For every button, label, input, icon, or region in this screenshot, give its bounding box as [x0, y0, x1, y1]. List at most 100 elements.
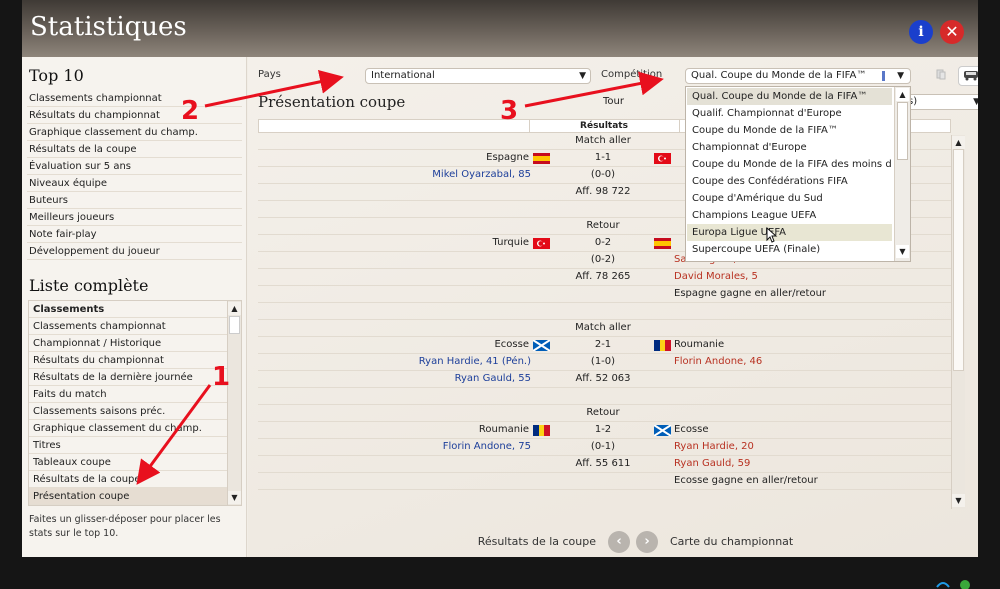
- info-icon: i: [918, 24, 924, 40]
- chevron-down-icon: ▼: [973, 95, 978, 109]
- full-list-item[interactable]: Graphique classement du champ.: [29, 420, 227, 437]
- home-scorer: Ryan Gauld, 55: [454, 373, 531, 384]
- top10-item[interactable]: Développement du joueur: [27, 243, 242, 260]
- bottom-navigation: Résultats de la coupe ‹ › Carte du champ…: [248, 527, 978, 557]
- round-dropdown[interactable]: s) ▼: [903, 94, 978, 110]
- top10-item[interactable]: Buteurs: [27, 192, 242, 209]
- full-list-item[interactable]: Résultats de la coupe: [29, 471, 227, 488]
- table-row: Aff. 55 611 Ryan Gauld, 59: [258, 456, 951, 473]
- away-team: Ecosse gagne en aller/retour: [674, 475, 818, 486]
- competition-option[interactable]: Coupe du Monde de la FIFA™: [687, 122, 892, 139]
- table-row: [258, 388, 951, 405]
- away-scorer: Ryan Gauld, 59: [674, 458, 751, 469]
- scroll-down-icon[interactable]: ▼: [896, 245, 909, 258]
- full-list-item[interactable]: Résultats de la dernière journée: [29, 369, 227, 386]
- full-list-item[interactable]: Présentation coupe: [29, 488, 227, 505]
- country-label: Pays: [258, 69, 281, 80]
- top10-item[interactable]: Meilleurs joueurs: [27, 209, 242, 226]
- annotation-number-1: 1: [212, 362, 231, 392]
- chevron-down-icon: ▼: [897, 71, 904, 81]
- country-dropdown[interactable]: International ▼: [365, 68, 591, 84]
- document-button[interactable]: [928, 66, 954, 86]
- left-panel: Top 10 Classements championnat Résultats …: [22, 57, 247, 557]
- prev-page-button[interactable]: ‹: [608, 531, 630, 553]
- close-button[interactable]: ✕: [940, 20, 964, 44]
- prev-page-label[interactable]: Résultats de la coupe: [478, 535, 596, 548]
- system-tray: [936, 580, 970, 589]
- result-cell: (0-2): [590, 254, 616, 265]
- window-title: Statistiques: [30, 12, 187, 42]
- top10-list: Classements championnat Résultats du cham…: [27, 90, 242, 260]
- competition-dropdown[interactable]: Qual. Coupe du Monde de la FIFA™ ▼: [685, 68, 911, 84]
- table-row: Ryan Gauld, 55 Aff. 52 063: [258, 371, 951, 388]
- competition-option[interactable]: Champions League UEFA: [687, 207, 892, 224]
- result-cell: (1-0): [590, 356, 616, 367]
- top10-item[interactable]: Évaluation sur 5 ans: [27, 158, 242, 175]
- top10-item[interactable]: Résultats du championnat: [27, 107, 242, 124]
- flag-icon: [653, 424, 672, 437]
- full-list-title: Liste complète: [29, 276, 149, 295]
- info-button[interactable]: i: [909, 20, 933, 44]
- table-row: Roumanie 1-2 Ecosse: [258, 422, 951, 439]
- result-cell: Retour: [586, 220, 620, 231]
- top10-item[interactable]: Note fair-play: [27, 226, 242, 243]
- table-row: Retour: [258, 405, 951, 422]
- top10-item[interactable]: Classements championnat: [27, 90, 242, 107]
- competition-option[interactable]: Coupe d'Amérique du Sud: [687, 190, 892, 207]
- full-list-item[interactable]: Titres: [29, 437, 227, 454]
- top10-item[interactable]: Graphique classement du champ.: [27, 124, 242, 141]
- title-bar: Statistiques i ✕: [22, 0, 978, 57]
- table-row: Ryan Hardie, 41 (Pén.) (1-0) Florin Andone…: [258, 354, 951, 371]
- table-row: Aff. 78 265 David Morales, 5: [258, 269, 951, 286]
- competition-option[interactable]: Coupe du Monde de la FIFA des moins de 2…: [687, 156, 892, 173]
- home-team: Espagne: [486, 152, 529, 163]
- flag-icon: [654, 238, 671, 249]
- competition-option[interactable]: Championnat d'Europe: [687, 139, 892, 156]
- result-cell: Match aller: [575, 135, 631, 146]
- scroll-down-icon[interactable]: ▼: [228, 491, 241, 504]
- full-list-item[interactable]: Classements championnat: [29, 318, 227, 335]
- scroll-thumb[interactable]: [953, 149, 964, 371]
- competition-option[interactable]: Coupe des Confédérations FIFA: [687, 173, 892, 190]
- full-list-item[interactable]: Résultats du championnat: [29, 352, 227, 369]
- bus-button[interactable]: [958, 66, 978, 86]
- status-icon: [960, 580, 970, 589]
- full-list-category[interactable]: Classements: [29, 301, 227, 318]
- competition-list-scrollbar[interactable]: ▲ ▼: [894, 87, 910, 261]
- scroll-thumb[interactable]: [229, 316, 240, 334]
- competition-option[interactable]: Supercoupe UEFA (Finale): [687, 241, 892, 258]
- full-list-item[interactable]: Championnat / Historique: [29, 335, 227, 352]
- full-list-item[interactable]: Faits du match: [29, 386, 227, 403]
- full-list-scrollbar[interactable]: ▲ ▼: [227, 301, 241, 505]
- scroll-up-icon[interactable]: ▲: [896, 88, 909, 101]
- full-list-item[interactable]: Classements saisons préc.: [29, 403, 227, 420]
- scroll-down-icon[interactable]: ▼: [952, 494, 965, 507]
- scroll-up-icon[interactable]: ▲: [228, 302, 241, 315]
- top10-item[interactable]: Résultats de la coupe: [27, 141, 242, 158]
- results-scrollbar[interactable]: ▲ ▼: [951, 135, 965, 509]
- chevron-down-icon: ▼: [579, 71, 586, 81]
- top10-title: Top 10: [29, 66, 84, 85]
- competition-option[interactable]: Qualif. Championnat d'Europe: [687, 105, 892, 122]
- competition-dropdown-list[interactable]: Qual. Coupe du Monde de la FIFA™ Qualif. …: [685, 86, 911, 262]
- table-row: Ecosse 2-1 Roumanie: [258, 337, 951, 354]
- competition-label: Compétition: [601, 69, 663, 80]
- country-value: International: [371, 70, 435, 81]
- scroll-up-icon[interactable]: ▲: [952, 136, 965, 149]
- table-row: Match aller: [258, 320, 951, 337]
- competition-option[interactable]: Europa Ligue UEFA: [687, 224, 892, 241]
- scroll-thumb[interactable]: [897, 102, 908, 160]
- full-list-item[interactable]: Tableaux coupe: [29, 454, 227, 471]
- next-page-label[interactable]: Carte du championnat: [670, 535, 793, 548]
- chevron-right-icon: ›: [644, 534, 650, 549]
- next-page-button[interactable]: ›: [636, 531, 658, 553]
- result-cell: (0-0): [590, 169, 616, 180]
- top10-item[interactable]: Niveaux équipe: [27, 175, 242, 192]
- competition-option[interactable]: Qual. Coupe du Monde de la FIFA™: [687, 88, 892, 105]
- bus-icon: [964, 71, 978, 81]
- home-team: Turquie: [492, 237, 529, 248]
- result-cell: Aff. 55 611: [575, 458, 631, 469]
- home-scorer: Florin Andone, 75: [442, 441, 531, 452]
- competition-value: Qual. Coupe du Monde de la FIFA™: [691, 70, 867, 81]
- away-scorer: Florin Andone, 46: [674, 356, 763, 367]
